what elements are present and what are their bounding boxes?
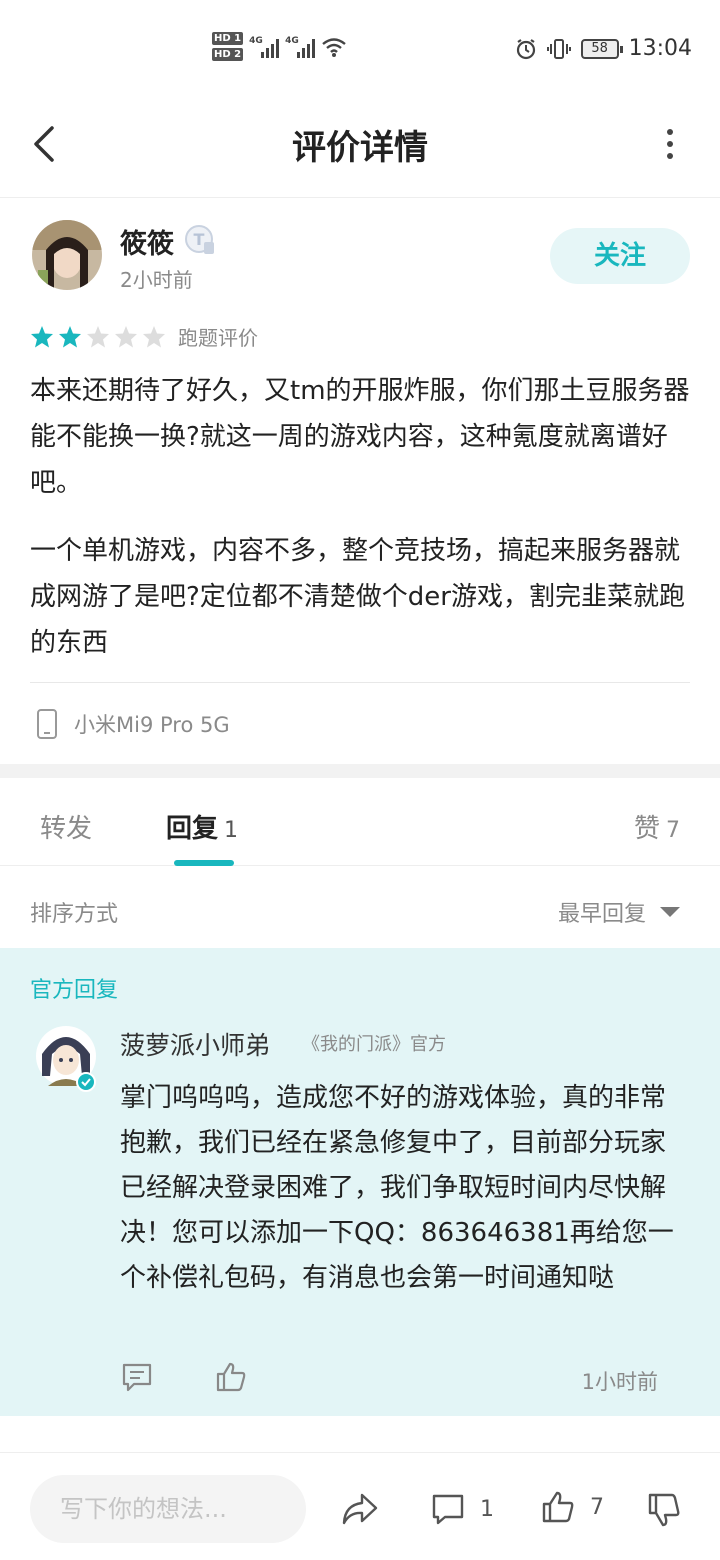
section-separator (0, 764, 720, 778)
official-reply-time: 1小时前 (581, 1370, 658, 1394)
share-icon[interactable] (340, 1489, 380, 1529)
vibrate-icon (546, 38, 571, 59)
tab-repost[interactable]: 转发 (40, 808, 92, 845)
follow-button[interactable]: 关注 (550, 228, 690, 284)
like-count: 7 (590, 1494, 604, 1520)
review-paragraph: 一个单机游戏，内容不多，整个竞技场，搞起来服务器就成网游了是吧?定位都不清楚做个… (30, 536, 685, 658)
tab-reply-count: 1 (224, 818, 239, 843)
thumbs-down-icon[interactable] (644, 1491, 684, 1531)
clock: 13:04 (628, 36, 692, 61)
level-badge-icon: T (185, 225, 214, 254)
thumbs-up-icon[interactable] (214, 1360, 248, 1394)
status-right: 58 13:04 (515, 36, 692, 61)
official-name: 菠萝派小师弟 (120, 1031, 271, 1060)
network-type-1: 4G (249, 35, 263, 46)
network-indicators: HD 1 HD 2 4G 4G (212, 32, 347, 61)
hd1-badge: HD 1 (212, 32, 244, 45)
user-avatar[interactable] (32, 220, 102, 290)
post-time: 2小时前 (120, 268, 193, 292)
app-header: 评价详情 (0, 100, 720, 198)
comment-icon (432, 1494, 464, 1525)
official-reply-actions (120, 1360, 248, 1394)
hd2-badge: HD 2 (212, 48, 244, 61)
device-name: 小米Mi9 Pro 5G (74, 713, 230, 737)
device-info: 小米Mi9 Pro 5G (34, 708, 230, 740)
tab-likes-label: 赞 (633, 814, 660, 844)
star-empty-icon (115, 325, 137, 347)
battery-icon: 58 (580, 38, 623, 59)
star-filled-icon (59, 325, 81, 347)
network-type-2: 4G (285, 35, 299, 46)
comment-input[interactable] (30, 1475, 306, 1543)
star-empty-icon (143, 325, 165, 347)
level-badge-text: T (194, 230, 205, 249)
chevron-down-icon (660, 907, 680, 917)
comment-button[interactable]: 1 (430, 1491, 494, 1527)
sort-dropdown[interactable]: 最早回复 (558, 896, 680, 928)
official-avatar[interactable] (34, 1024, 98, 1092)
star-empty-icon (87, 325, 109, 347)
thumbs-up-icon (542, 1491, 574, 1523)
official-reply: 官方回复 菠萝派小师弟 《我的门派》官方 掌门呜呜呜，造成您不好的游戏体验，真的… (0, 948, 720, 1416)
tab-likes-count: 7 (666, 818, 680, 843)
review-paragraph: 本来还期待了好久，又tm的开服炸服，你们那土豆服务器能不能换一换?就这一周的游戏… (30, 376, 690, 498)
tab-reply[interactable]: 回复 1 (166, 808, 238, 845)
sort-selected: 最早回复 (557, 902, 646, 927)
rating-label: 跑题评价 (178, 326, 258, 350)
tab-reply-label: 回复 (166, 814, 219, 844)
status-bar: HD 1 HD 2 4G 4G 58 13:04 (0, 0, 720, 100)
phone-icon (37, 709, 57, 739)
hd-badges: HD 1 HD 2 (212, 32, 244, 61)
sort-bar: 排序方式 最早回复 (0, 866, 720, 948)
tab-likes[interactable]: 赞7 (634, 808, 680, 845)
signal-icon: 4G (249, 35, 280, 58)
sort-label: 排序方式 (30, 902, 119, 927)
official-tag: 《我的门派》官方 (302, 1034, 446, 1055)
official-reply-text: 掌门呜呜呜，造成您不好的游戏体验，真的非常抱歉，我们已经在紧急修复中了，目前部分… (120, 1083, 674, 1293)
bottom-action-bar: 1 7 (0, 1452, 720, 1560)
wifi-icon (322, 37, 346, 57)
star-rating: 跑题评价 (30, 322, 258, 351)
like-button[interactable]: 7 (540, 1489, 604, 1525)
divider (30, 682, 690, 683)
signal-icon-2: 4G (285, 35, 316, 58)
user-name: 筱筱 (120, 229, 174, 260)
more-options-icon[interactable] (664, 128, 676, 160)
detail-tabs: 转发 回复 1 赞7 (0, 778, 720, 866)
comment-icon[interactable] (120, 1360, 154, 1394)
comment-count: 1 (480, 1496, 494, 1522)
official-reply-label: 官方回复 (30, 978, 119, 1003)
alarm-icon (516, 38, 535, 59)
page-title: 评价详情 (292, 128, 428, 168)
review-body: 本来还期待了好久，又tm的开服炸服，你们那土豆服务器能不能换一换?就这一周的游戏… (30, 368, 694, 688)
star-filled-icon (31, 325, 53, 347)
